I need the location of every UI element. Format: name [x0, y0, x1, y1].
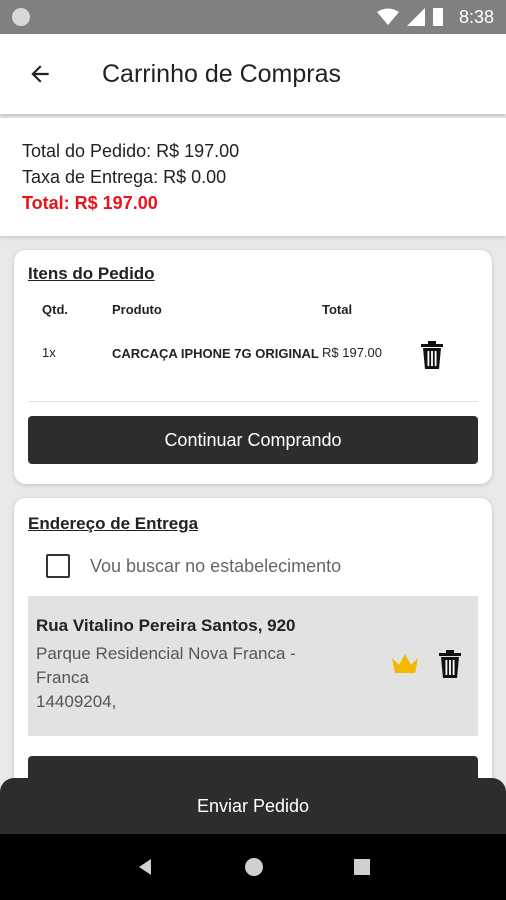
column-header-total: Total: [322, 302, 353, 317]
address-zip: 14409204,: [36, 692, 117, 711]
address-item[interactable]: Rua Vitalino Pereira Santos, 920 Parque …: [28, 596, 478, 736]
item-total: R$ 197.00: [322, 345, 382, 360]
crown-icon[interactable]: [390, 652, 420, 676]
status-time: 8:38: [458, 6, 494, 27]
send-order-button[interactable]: Enviar Pedido: [0, 778, 506, 834]
back-button[interactable]: [10, 34, 70, 114]
status-icons: 8:38: [376, 6, 494, 28]
delivery-address-title: Endereço de Entrega: [28, 514, 199, 533]
continue-shopping-button[interactable]: Continuar Comprando: [28, 416, 478, 464]
address-actions: [390, 650, 462, 678]
pickup-option[interactable]: Vou buscar no estabelecimento: [46, 554, 478, 578]
remove-item-button[interactable]: [420, 341, 444, 372]
nav-back-icon[interactable]: [135, 857, 155, 877]
system-nav-bar: [0, 834, 506, 900]
column-header-qty: Qtd.: [42, 302, 68, 317]
arrow-back-icon: [31, 65, 49, 83]
table-row: 1x CARCAÇA IPHONE 7G ORIGINAL R$ 197.00: [28, 341, 478, 401]
trash-icon: [421, 341, 443, 369]
delivery-fee-text: Taxa de Entrega: R$ 0.00: [22, 167, 227, 187]
notification-dot-icon: [12, 8, 30, 26]
page-title: Carrinho de Compras: [102, 59, 341, 88]
address-street: Rua Vitalino Pereira Santos, 920: [36, 616, 296, 635]
battery-icon: [432, 8, 443, 26]
items-table-header: Qtd. Produto Total: [28, 302, 478, 317]
pickup-checkbox[interactable]: [46, 554, 70, 578]
divider: [28, 401, 478, 402]
status-bar: 8:38: [0, 0, 506, 34]
column-header-product: Produto: [112, 302, 162, 317]
app-bar: Carrinho de Compras: [0, 34, 506, 114]
pickup-label: Vou buscar no estabelecimento: [90, 555, 342, 576]
signal-icon: [406, 8, 425, 26]
trash-icon[interactable]: [438, 650, 462, 678]
order-summary: Total do Pedido: R$ 197.00 Taxa de Entre…: [0, 118, 506, 236]
wifi-icon: [376, 8, 399, 25]
item-product: CARCAÇA IPHONE 7G ORIGINAL: [112, 346, 319, 361]
nav-recents-icon[interactable]: [353, 858, 371, 876]
nav-home-icon[interactable]: [244, 857, 264, 877]
order-total-text: Total do Pedido: R$ 197.00: [22, 141, 240, 161]
item-qty: 1x: [42, 345, 56, 360]
grand-total-text: Total: R$ 197.00: [22, 193, 158, 213]
order-items-card: Itens do Pedido Qtd. Produto Total 1x CA…: [14, 250, 492, 484]
order-items-title: Itens do Pedido: [28, 264, 155, 283]
